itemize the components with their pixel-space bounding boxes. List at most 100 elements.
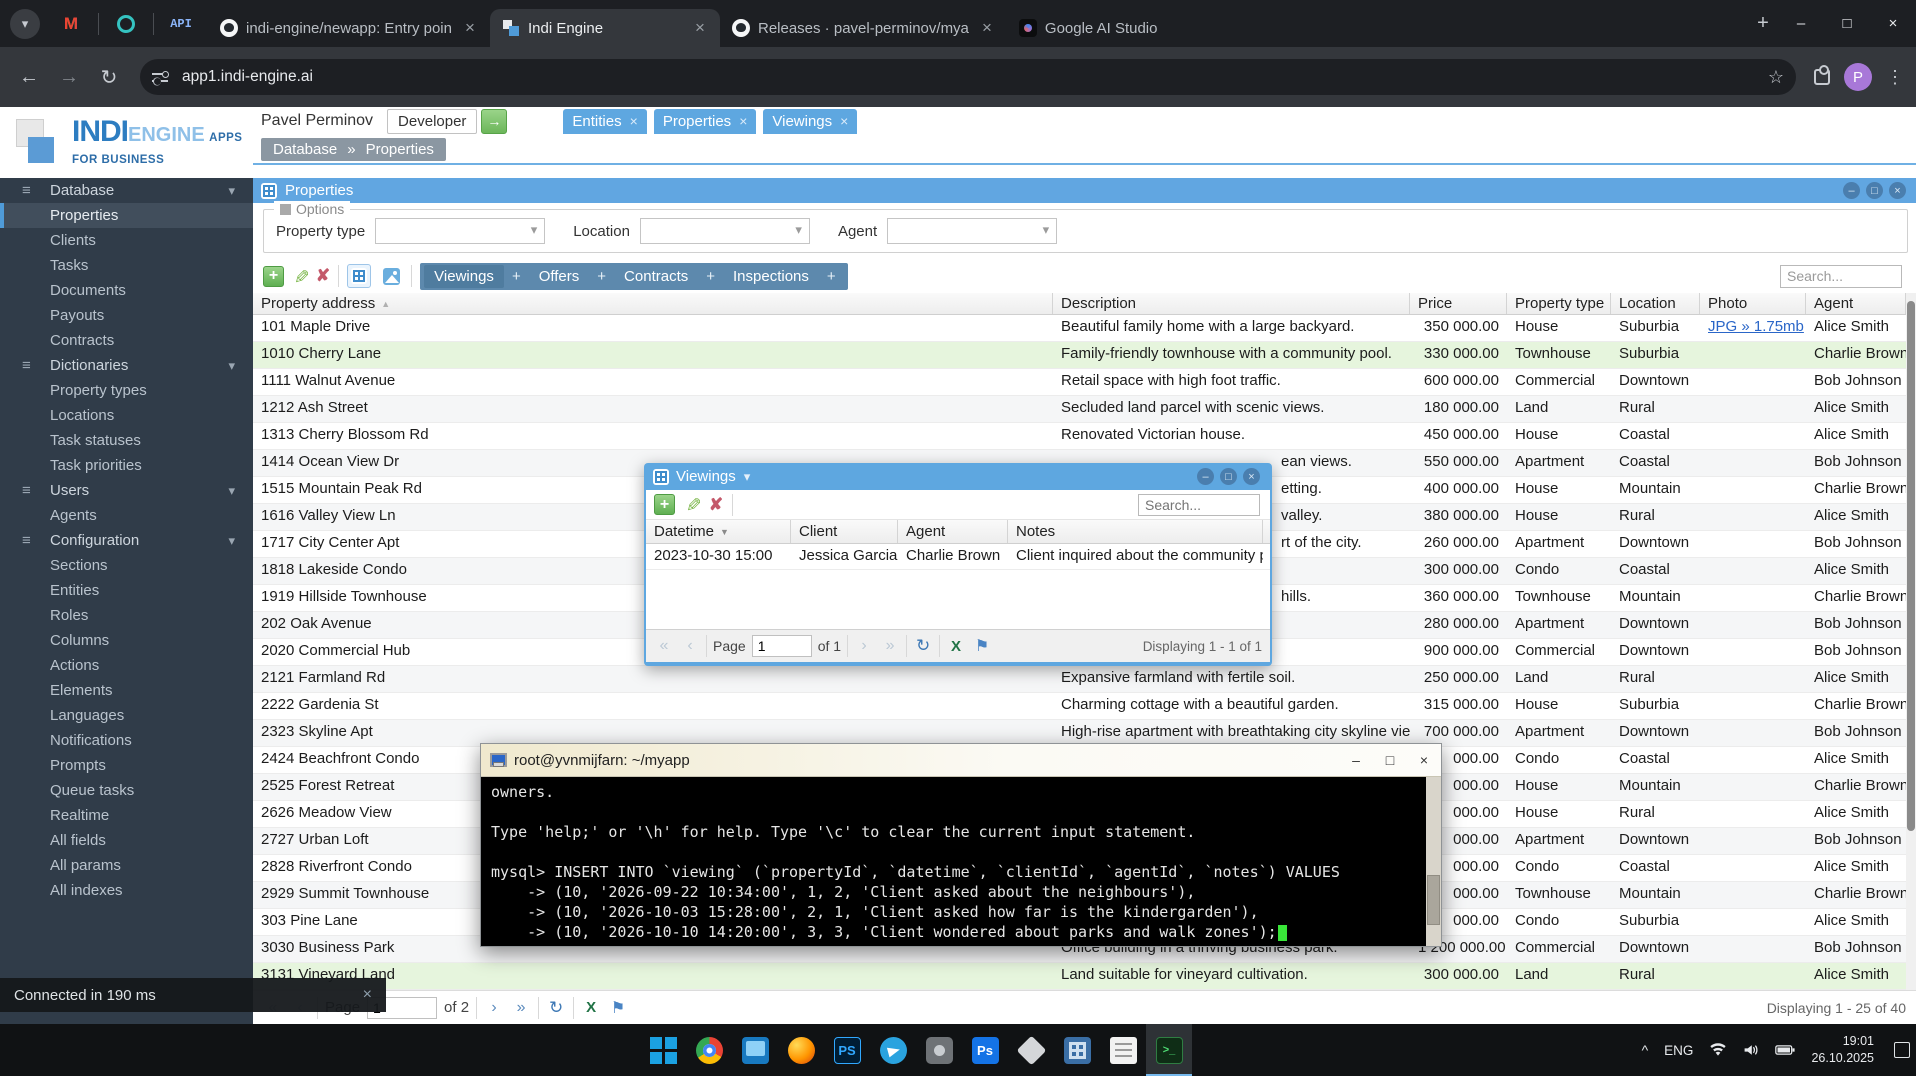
- next-page-icon[interactable]: [854, 637, 874, 655]
- pinned-tab-gmail[interactable]: M: [50, 7, 92, 41]
- menu-kebab-icon[interactable]: [1886, 67, 1904, 88]
- table-row[interactable]: 3131 Vineyard LandLand suitable for vine…: [253, 963, 1916, 990]
- sidebar-item-users[interactable]: Users: [0, 478, 253, 503]
- sidebar-item-dictionaries[interactable]: Dictionaries: [0, 353, 253, 378]
- terminal-body[interactable]: owners. Type 'help;' or '\h' for help. T…: [481, 777, 1441, 946]
- sidebar-item-roles[interactable]: Roles: [0, 603, 253, 628]
- taskbar-item-telegram[interactable]: [870, 1024, 916, 1076]
- tab-properties[interactable]: Properties: [654, 109, 757, 134]
- flag-icon[interactable]: [972, 636, 992, 656]
- table-row[interactable]: 2121 Farmland RdExpansive farmland with …: [253, 666, 1916, 693]
- column-header-property-type[interactable]: Property type: [1507, 293, 1611, 314]
- terminal-title-bar[interactable]: root@yvnmijfarn: ~/myapp: [481, 744, 1441, 777]
- breadcrumb-database[interactable]: Database: [273, 141, 337, 158]
- sidebar-item-property-types[interactable]: Property types: [0, 378, 253, 403]
- sidebar-item-agents[interactable]: Agents: [0, 503, 253, 528]
- taskbar-item-terminal[interactable]: >_: [1146, 1024, 1192, 1076]
- column-header-price[interactable]: Price: [1410, 293, 1507, 314]
- tab-search-button[interactable]: [10, 9, 40, 39]
- delete-record-button[interactable]: [316, 266, 330, 286]
- sidebar-item-tasks[interactable]: Tasks: [0, 253, 253, 278]
- add-offers-icon[interactable]: +: [589, 268, 614, 285]
- tab-close-icon[interactable]: [690, 18, 710, 38]
- photo-link[interactable]: JPG » 1.75mb: [1708, 318, 1804, 335]
- reload-button[interactable]: [92, 60, 126, 94]
- sidebar-item-notifications[interactable]: Notifications: [0, 728, 253, 753]
- breadcrumb[interactable]: Database » Properties: [261, 138, 446, 161]
- toast-close-icon[interactable]: [363, 986, 372, 1004]
- column-header-description[interactable]: Description: [1053, 293, 1410, 314]
- add-contracts-icon[interactable]: +: [698, 268, 723, 285]
- taskbar-item-start[interactable]: [640, 1024, 686, 1076]
- address-bar[interactable]: app1.indi-engine.ai: [140, 59, 1796, 95]
- terminal-minimize-button[interactable]: [1339, 744, 1373, 776]
- viewings-window-header[interactable]: Viewings: [646, 463, 1270, 490]
- taskbar-item-display[interactable]: [732, 1024, 778, 1076]
- add-viewings-icon[interactable]: +: [504, 268, 529, 285]
- tab-close-icon[interactable]: [840, 113, 848, 129]
- viewings-search-input[interactable]: [1138, 494, 1260, 516]
- logout-icon[interactable]: →: [481, 109, 507, 134]
- wifi-icon[interactable]: [1709, 1043, 1727, 1057]
- add-inspections-icon[interactable]: +: [819, 268, 844, 285]
- browser-tab[interactable]: Google AI Studio: [1007, 9, 1237, 47]
- sidebar-item-documents[interactable]: Documents: [0, 278, 253, 303]
- pinned-tab-api[interactable]: API: [160, 7, 202, 41]
- subtab-viewings[interactable]: Viewings: [424, 265, 504, 288]
- terminal-scrollbar-thumb[interactable]: [1427, 875, 1440, 925]
- panel-minimize-icon[interactable]: [1843, 182, 1860, 199]
- pinned-tab-app[interactable]: [105, 7, 147, 41]
- table-row[interactable]: 2222 Gardenia StCharming cottage with a …: [253, 693, 1916, 720]
- last-page-icon[interactable]: [880, 637, 900, 655]
- new-tab-button[interactable]: +: [1748, 9, 1778, 39]
- column-header-property-address[interactable]: Property address: [253, 293, 1053, 314]
- tab-close-icon[interactable]: [630, 113, 638, 129]
- add-record-button[interactable]: +: [263, 266, 284, 287]
- sidebar-item-sections[interactable]: Sections: [0, 553, 253, 578]
- subtab-inspections[interactable]: Inspections: [723, 265, 819, 288]
- sidebar-item-properties[interactable]: Properties: [0, 203, 253, 228]
- column-header-agent[interactable]: Agent: [1806, 293, 1906, 314]
- terminal-close-button[interactable]: [1407, 744, 1441, 776]
- tab-close-icon[interactable]: [977, 18, 997, 38]
- table-row[interactable]: 1010 Cherry LaneFamily-friendly townhous…: [253, 342, 1916, 369]
- taskbar-item-calculator[interactable]: [1054, 1024, 1100, 1076]
- page-input[interactable]: [752, 635, 812, 657]
- column-header-agent[interactable]: Agent: [898, 520, 1008, 543]
- table-row[interactable]: 101 Maple DriveBeautiful family home wit…: [253, 315, 1916, 342]
- table-row[interactable]: 2023-10-30 15:00Jessica GarciaCharlie Br…: [646, 544, 1270, 570]
- battery-icon[interactable]: [1775, 1044, 1795, 1056]
- tab-viewings[interactable]: Viewings: [763, 109, 857, 134]
- url-text[interactable]: app1.indi-engine.ai: [182, 68, 1768, 86]
- sidebar-item-task-statuses[interactable]: Task statuses: [0, 428, 253, 453]
- sidebar-item-actions[interactable]: Actions: [0, 653, 253, 678]
- prev-page-icon[interactable]: [680, 637, 700, 655]
- notification-center-icon[interactable]: [1894, 1042, 1910, 1058]
- browser-tab[interactable]: indi-engine/newapp: Entry poin: [208, 9, 490, 47]
- subtab-contracts[interactable]: Contracts: [614, 265, 698, 288]
- viewings-add-button[interactable]: +: [654, 494, 675, 515]
- refresh-icon[interactable]: [913, 636, 933, 656]
- sidebar-item-prompts[interactable]: Prompts: [0, 753, 253, 778]
- viewings-maximize-icon[interactable]: [1220, 468, 1237, 485]
- grid-scrollbar[interactable]: [1906, 293, 1916, 990]
- sidebar-item-contracts[interactable]: Contracts: [0, 328, 253, 353]
- panel-maximize-icon[interactable]: [1866, 182, 1883, 199]
- sidebar-item-all-fields[interactable]: All fields: [0, 828, 253, 853]
- taskbar-item-diamond[interactable]: [1008, 1024, 1054, 1076]
- edit-record-button[interactable]: [288, 268, 311, 284]
- last-page-icon[interactable]: [511, 999, 531, 1017]
- taskbar-item-notepad[interactable]: [1100, 1024, 1146, 1076]
- grid-scrollbar-thumb[interactable]: [1907, 301, 1915, 831]
- taskbar-clock[interactable]: 19:01 26.10.2025: [1811, 1033, 1874, 1067]
- search-input[interactable]: [1780, 265, 1902, 288]
- location-combo[interactable]: [640, 218, 810, 244]
- sidebar-item-queue-tasks[interactable]: Queue tasks: [0, 778, 253, 803]
- extensions-icon[interactable]: [1814, 69, 1830, 85]
- minimize-button[interactable]: [1778, 0, 1824, 47]
- terminal-scrollbar[interactable]: [1426, 777, 1441, 946]
- excel-export-icon[interactable]: [946, 638, 966, 655]
- taskbar-item-firefox[interactable]: [778, 1024, 824, 1076]
- taskbar-item-camera[interactable]: [916, 1024, 962, 1076]
- back-button[interactable]: [12, 60, 46, 94]
